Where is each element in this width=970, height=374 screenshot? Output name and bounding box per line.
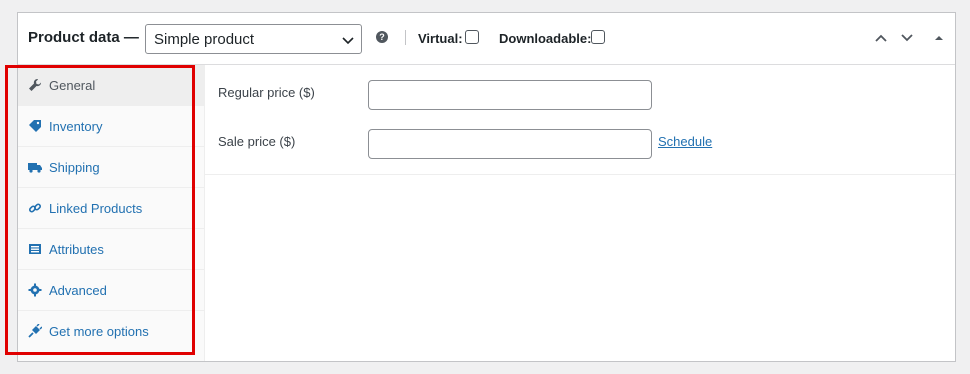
virtual-label: Virtual: [418, 31, 463, 46]
schedule-link[interactable]: Schedule [658, 134, 712, 149]
product-type-select[interactable]: Simple product [145, 24, 362, 54]
move-up-icon[interactable] [874, 32, 888, 44]
sale-price-label: Sale price ($) [218, 134, 296, 149]
downloadable-checkbox[interactable] [591, 30, 605, 44]
regular-price-input[interactable] [368, 80, 652, 110]
collapse-toggle-icon[interactable] [932, 32, 946, 44]
regular-price-label: Regular price ($) [218, 85, 315, 100]
downloadable-label: Downloadable: [499, 31, 592, 46]
tabs-highlight-box [5, 65, 195, 355]
virtual-checkbox[interactable] [465, 30, 479, 44]
panel-header: Product data — Simple product ? Virtual:… [18, 13, 955, 65]
sale-price-input[interactable] [368, 129, 652, 159]
help-icon[interactable]: ? [376, 31, 388, 43]
separator [405, 30, 406, 45]
panel-title: Product data — [28, 29, 139, 46]
chevron-down-icon [342, 37, 354, 45]
product-type-value: Simple product [154, 31, 255, 48]
move-down-icon[interactable] [900, 32, 914, 44]
general-tab-panel: Regular price ($) Sale price ($) Schedul… [205, 65, 955, 175]
